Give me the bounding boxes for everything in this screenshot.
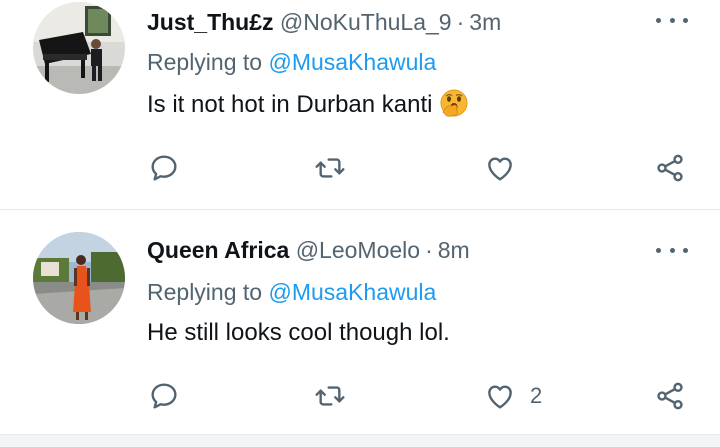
avatar-person-at-piano-image <box>33 2 125 94</box>
replying-to: Replying to @MusaKhawula <box>147 48 436 76</box>
like-count: 2 <box>530 383 543 408</box>
user-handle[interactable]: @LeoMoelo <box>296 237 420 263</box>
avatar-woman-in-orange-dress-image <box>33 232 125 324</box>
display-name[interactable]: Queen Africa <box>147 237 289 263</box>
avatar[interactable] <box>33 2 125 94</box>
reply-feed: Just_Thu£z @NoKuThuLa_9 · 3m Replying to @… <box>0 0 720 447</box>
reply-icon <box>151 383 177 409</box>
reply-button[interactable] <box>148 148 180 188</box>
share-icon <box>657 382 683 410</box>
tweet-actions <box>0 148 720 188</box>
retweet-icon <box>315 158 345 178</box>
timestamp[interactable]: 3m <box>469 9 501 35</box>
share-button[interactable] <box>654 148 686 188</box>
like-button[interactable]: 2 <box>484 376 542 416</box>
share-icon <box>657 154 683 182</box>
mention-link[interactable]: @MusaKhawula <box>268 279 436 305</box>
avatar[interactable] <box>33 232 125 324</box>
heart-icon <box>488 385 512 409</box>
more-dots-icon[interactable] <box>656 244 688 256</box>
retweet-button[interactable] <box>314 376 346 416</box>
mention-link[interactable]: @MusaKhawula <box>268 49 436 75</box>
tweet-header: Queen Africa @LeoMoelo · 8m <box>147 236 470 264</box>
separator-dot: · <box>425 237 433 263</box>
heart-icon <box>488 157 512 181</box>
timestamp[interactable]: 8m <box>438 237 470 263</box>
retweet-icon <box>315 386 345 406</box>
separator-dot: · <box>456 9 465 35</box>
user-handle[interactable]: @NoKuThuLa_9 <box>280 9 452 35</box>
tweet-actions: 2 <box>0 376 720 416</box>
tweet[interactable]: Just_Thu£z @NoKuThuLa_9 · 3m Replying to @… <box>0 0 720 209</box>
retweet-button[interactable] <box>314 148 346 188</box>
replying-to-label: Replying to <box>147 279 263 305</box>
tweet-header: Just_Thu£z @NoKuThuLa_9 · 3m <box>147 8 501 36</box>
replying-to: Replying to @MusaKhawula <box>147 278 436 306</box>
reply-button[interactable] <box>148 376 180 416</box>
like-button[interactable] <box>484 148 530 188</box>
more-dots-icon[interactable] <box>656 14 688 26</box>
reply-icon <box>151 155 177 181</box>
tweet-text-content: Is it not hot in Durban kanti <box>147 91 433 118</box>
tweet-text: He still looks cool though lol. <box>147 318 450 348</box>
tweet-text-content: He still looks cool though lol. <box>147 319 450 346</box>
display-name[interactable]: Just_Thu£z <box>147 9 274 35</box>
share-button[interactable] <box>654 376 686 416</box>
tweet[interactable]: Queen Africa @LeoMoelo · 8m Replying to @M… <box>0 210 720 434</box>
tweet-text: Is it not hot in Durban kanti <box>147 88 469 126</box>
replying-to-label: Replying to <box>147 49 263 75</box>
feed-bottom-strip <box>0 435 720 447</box>
face-with-hand-over-mouth-emoji <box>439 88 469 126</box>
